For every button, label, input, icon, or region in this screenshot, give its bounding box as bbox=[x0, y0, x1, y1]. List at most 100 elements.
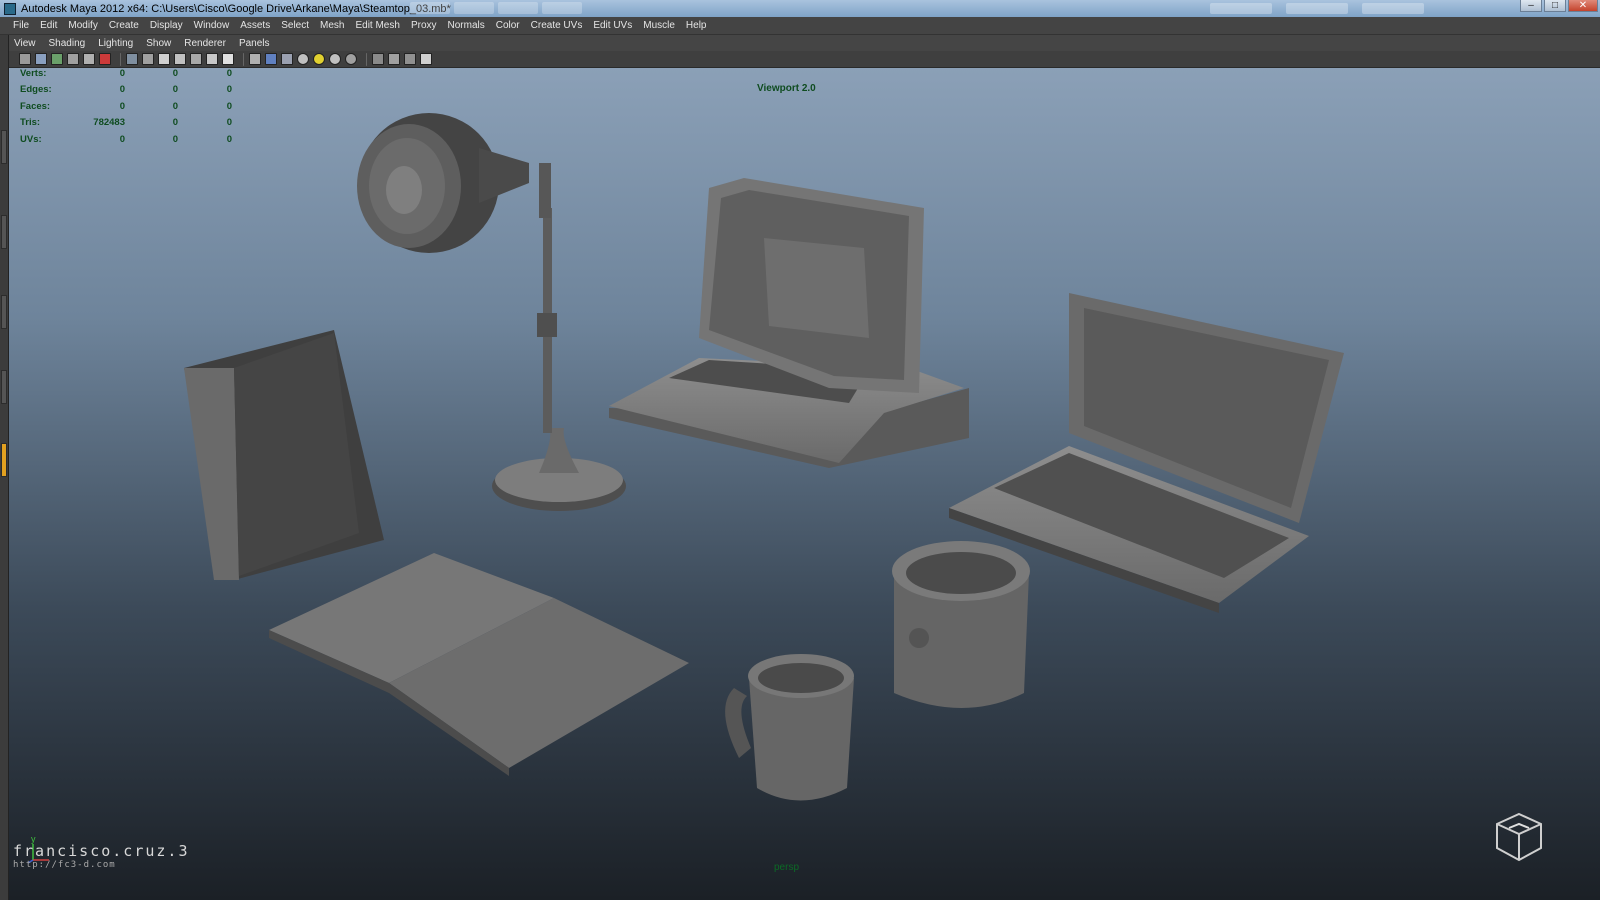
main-menu-bar: File Edit Modify Create Display Window Assets S… bbox=[0, 17, 1600, 35]
title-shelf-fields bbox=[410, 2, 582, 14]
strip-tab-active[interactable] bbox=[1, 443, 7, 477]
strip-tab[interactable] bbox=[1, 295, 7, 329]
left-tool-strip bbox=[0, 35, 9, 900]
field-chart-icon[interactable] bbox=[190, 53, 202, 65]
open-book-model[interactable] bbox=[269, 553, 689, 776]
menu-item[interactable]: Help bbox=[686, 20, 707, 31]
hud-label: Tris: bbox=[20, 117, 41, 129]
hud-value: 0 bbox=[119, 133, 125, 145]
screen-space-ao-icon[interactable] bbox=[345, 53, 357, 65]
menu-item[interactable]: Create UVs bbox=[531, 20, 583, 31]
menu-item[interactable]: Window bbox=[194, 20, 230, 31]
bookmark-icon[interactable] bbox=[51, 53, 63, 65]
menu-item[interactable]: Create bbox=[109, 20, 139, 31]
strip-tab[interactable] bbox=[1, 130, 7, 164]
grid-icon[interactable] bbox=[126, 53, 138, 65]
smooth-shade-icon[interactable] bbox=[265, 53, 277, 65]
close-button[interactable]: ✕ bbox=[1568, 0, 1598, 12]
toolbar-separator bbox=[120, 52, 121, 66]
menu-item[interactable]: Color bbox=[496, 20, 520, 31]
hud-value: 0 bbox=[172, 133, 178, 145]
hud-value: 0 bbox=[172, 117, 178, 129]
panel-toolbar bbox=[9, 51, 1600, 68]
film-gate-icon[interactable] bbox=[142, 53, 154, 65]
menu-item[interactable]: Proxy bbox=[411, 20, 437, 31]
title-field[interactable] bbox=[1210, 3, 1272, 14]
safe-action-icon[interactable] bbox=[206, 53, 218, 65]
menu-item[interactable]: Edit UVs bbox=[593, 20, 632, 31]
window-controls: – □ ✕ bbox=[1520, 0, 1598, 12]
strip-tab[interactable] bbox=[1, 370, 7, 404]
wireframe-icon[interactable] bbox=[249, 53, 261, 65]
resolution-gate-icon[interactable] bbox=[158, 53, 170, 65]
window-titlebar: Autodesk Maya 2012 x64: C:\Users\Cisco\G… bbox=[0, 0, 1600, 17]
title-field[interactable] bbox=[498, 2, 538, 14]
hud-value: 0 bbox=[172, 84, 178, 96]
menu-item[interactable]: File bbox=[13, 20, 29, 31]
panel-menu-item[interactable]: Show bbox=[146, 38, 171, 49]
title-field[interactable] bbox=[542, 2, 582, 14]
hud-value: 782483 bbox=[93, 117, 125, 129]
title-field[interactable] bbox=[410, 2, 450, 14]
menu-item[interactable]: Display bbox=[150, 20, 183, 31]
hud-value: 0 bbox=[226, 100, 232, 112]
2d-pan-icon[interactable] bbox=[83, 53, 95, 65]
panel-menu-item[interactable]: Renderer bbox=[184, 38, 226, 49]
menu-item[interactable]: Muscle bbox=[643, 20, 675, 31]
hud-label: UVs: bbox=[20, 133, 42, 145]
hud-value: 0 bbox=[226, 84, 232, 96]
hud-label: Verts: bbox=[20, 68, 47, 79]
title-field[interactable] bbox=[1286, 3, 1348, 14]
title-field[interactable] bbox=[1362, 3, 1424, 14]
viewcube-icon[interactable] bbox=[1489, 806, 1549, 866]
grease-pencil-icon[interactable] bbox=[99, 53, 111, 65]
menu-item[interactable]: Assets bbox=[240, 20, 270, 31]
mug-model[interactable] bbox=[725, 654, 854, 801]
desk-lamp-model[interactable] bbox=[357, 113, 626, 511]
menu-item[interactable]: Modify bbox=[68, 20, 97, 31]
menu-item[interactable]: Select bbox=[281, 20, 309, 31]
menu-item[interactable]: Normals bbox=[448, 20, 485, 31]
hud-value: 0 bbox=[119, 100, 125, 112]
panel-menu-item[interactable]: Lighting bbox=[98, 38, 133, 49]
isolate-select-icon[interactable] bbox=[372, 53, 384, 65]
maximize-button[interactable]: □ bbox=[1544, 0, 1566, 12]
hud-value: 0 bbox=[119, 68, 125, 79]
image-plane-icon[interactable] bbox=[67, 53, 79, 65]
watermark-name: francisco.cruz.3 bbox=[13, 842, 190, 860]
panel-menu-item[interactable]: View bbox=[14, 38, 36, 49]
menu-item[interactable]: Edit bbox=[40, 20, 57, 31]
wireframe-on-shaded-icon[interactable] bbox=[281, 53, 293, 65]
xray-active-icon[interactable] bbox=[420, 53, 432, 65]
gate-mask-icon[interactable] bbox=[174, 53, 186, 65]
hud-value: 0 bbox=[119, 84, 125, 96]
xray-icon[interactable] bbox=[388, 53, 400, 65]
toolbar-separator bbox=[366, 52, 367, 66]
select-camera-icon[interactable] bbox=[19, 53, 31, 65]
menu-item[interactable]: Mesh bbox=[320, 20, 344, 31]
menu-item[interactable]: Edit Mesh bbox=[355, 20, 399, 31]
pencil-cup-model[interactable] bbox=[892, 541, 1030, 708]
viewport-panel[interactable]: Verts: 0 0 0 Edges: 0 0 0 Faces: 0 0 0 Tris: 782483 0 0… bbox=[9, 68, 1600, 900]
shadows-icon[interactable] bbox=[329, 53, 341, 65]
xray-joints-icon[interactable] bbox=[404, 53, 416, 65]
minimize-button[interactable]: – bbox=[1520, 0, 1542, 12]
textured-icon[interactable] bbox=[297, 53, 309, 65]
panel-menu-item[interactable]: Shading bbox=[49, 38, 86, 49]
use-all-lights-icon[interactable] bbox=[313, 53, 325, 65]
panel-menu-item[interactable]: Panels bbox=[239, 38, 270, 49]
scene-render[interactable] bbox=[9, 68, 1600, 900]
camera-name-label: persp bbox=[774, 862, 800, 873]
strip-tab[interactable] bbox=[1, 215, 7, 249]
hud-value: 0 bbox=[226, 117, 232, 129]
safe-title-icon[interactable] bbox=[222, 53, 234, 65]
toolbar-separator bbox=[243, 52, 244, 66]
camera-attributes-icon[interactable] bbox=[35, 53, 47, 65]
title-field[interactable] bbox=[454, 2, 494, 14]
hud-label: Edges: bbox=[20, 84, 52, 96]
window-title: Autodesk Maya 2012 x64: C:\Users\Cisco\G… bbox=[21, 2, 451, 15]
retro-computer-model[interactable] bbox=[609, 178, 969, 468]
hud-value: 0 bbox=[172, 68, 178, 79]
viewport-renderer-label: Viewport 2.0 bbox=[757, 83, 816, 94]
closed-book-model[interactable] bbox=[184, 330, 384, 580]
